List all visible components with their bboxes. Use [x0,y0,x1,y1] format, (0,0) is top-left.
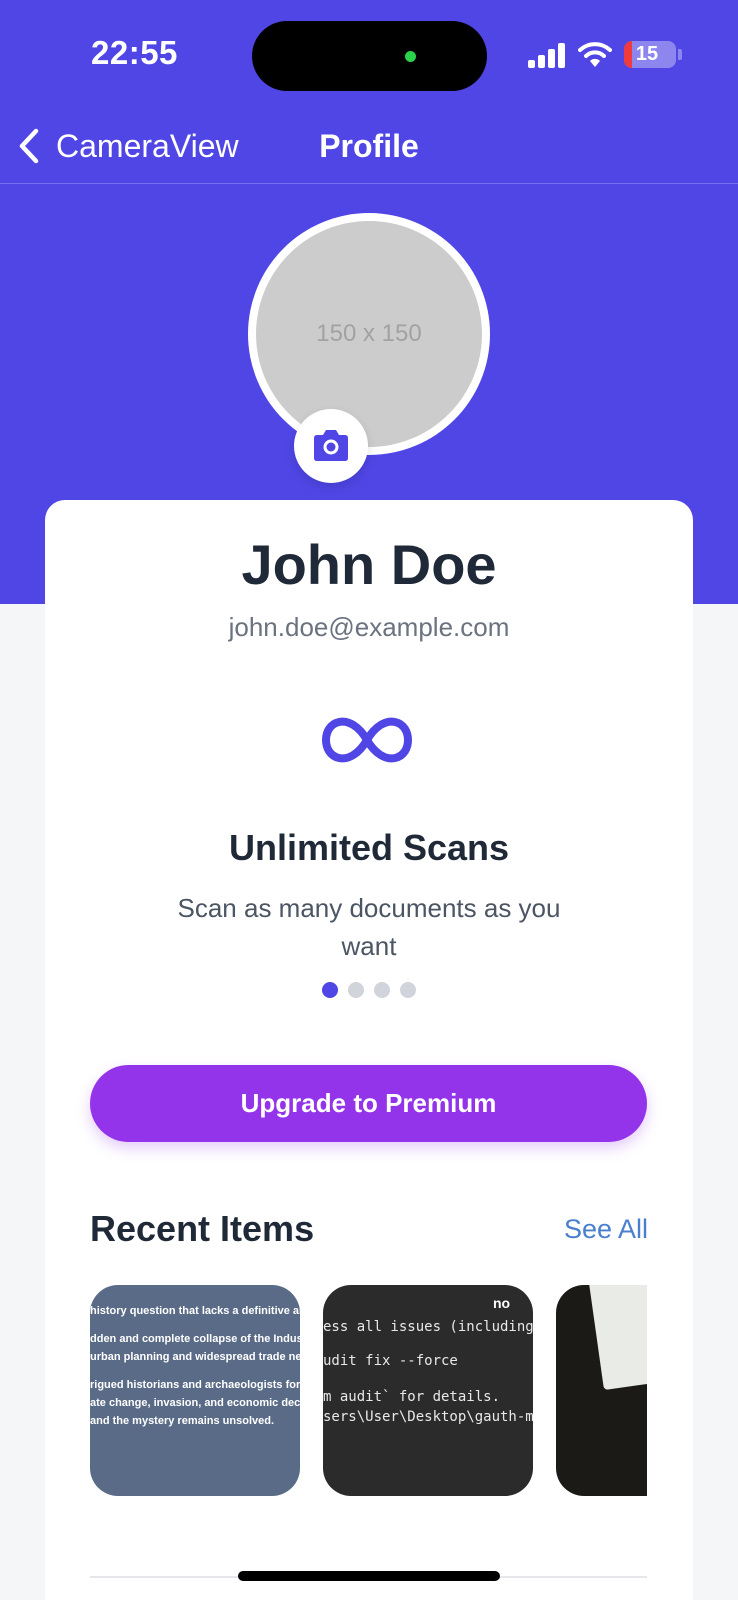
thumbnail-text-line: history question that lacks a definitive… [90,1305,300,1317]
status-bar: 22:55 15 [0,0,738,110]
navigation-bar: CameraView Profile [0,110,738,184]
dynamic-island [252,21,487,91]
recent-item-thumbnail[interactable] [556,1285,647,1496]
carousel-dot[interactable] [348,982,364,998]
carousel-dot[interactable] [374,982,390,998]
wifi-icon [578,42,612,67]
battery-cap [678,49,682,60]
thumbnail-text-line: dden and complete collapse of the Indus … [90,1333,300,1345]
feature-title: Unlimited Scans [228,827,510,868]
recent-items-list: history question that lacks a definitive… [90,1285,647,1496]
recent-items-heading: Recent Items [90,1208,315,1249]
thumbnail-text-line: urban planning and widespread trade netw… [90,1351,300,1363]
avatar-placeholder: 150 x 150 [256,221,482,447]
thumbnail-paper-photo [588,1285,647,1391]
profile-card: John Doe john.doe@example.com Unlimited … [45,500,693,1600]
change-photo-button[interactable] [294,409,368,483]
page-title: Profile [319,128,419,164]
thumbnail-corner-label: no [493,1295,511,1311]
thumbnail-text-line: ess all issues (including br [323,1319,533,1335]
user-name: John Doe [241,533,497,596]
thumbnail-text-line: m audit` for details. [323,1389,501,1405]
feature-description: Scan as many documents as you want [177,893,561,961]
carousel-dot[interactable] [322,982,338,998]
recent-item-thumbnail[interactable]: no ess all issues (including br udit fix… [323,1285,533,1496]
carousel-pagination [322,982,426,998]
upgrade-to-premium-button[interactable]: Upgrade to Premium [90,1065,647,1142]
camera-indicator-dot [405,51,416,62]
status-time: 22:55 [91,34,178,71]
thumbnail-text-line: and the mystery remains unsolved. [90,1415,275,1427]
see-all-link[interactable]: See All [564,1214,648,1245]
infinity-icon [322,717,412,763]
user-email: john.doe@example.com [228,612,510,642]
thumbnail-text-line: ate change, invasion, and economic decli… [90,1397,300,1409]
recent-item-thumbnail[interactable]: history question that lacks a definitive… [90,1285,300,1496]
home-indicator[interactable] [238,1571,500,1581]
battery-level: 15 [635,43,659,65]
battery-icon: 15 [624,41,676,68]
avatar[interactable]: 150 x 150 [248,213,490,455]
cellular-signal-icon [528,42,566,68]
carousel-dot[interactable] [400,982,416,998]
thumbnail-text-line: rigued historians and archaeologists for… [90,1379,300,1391]
thumbnail-text-line: udit fix --force [323,1353,458,1369]
thumbnail-text-line: sers\User\Desktop\gauth-mobil [323,1409,533,1425]
camera-icon [314,430,348,461]
